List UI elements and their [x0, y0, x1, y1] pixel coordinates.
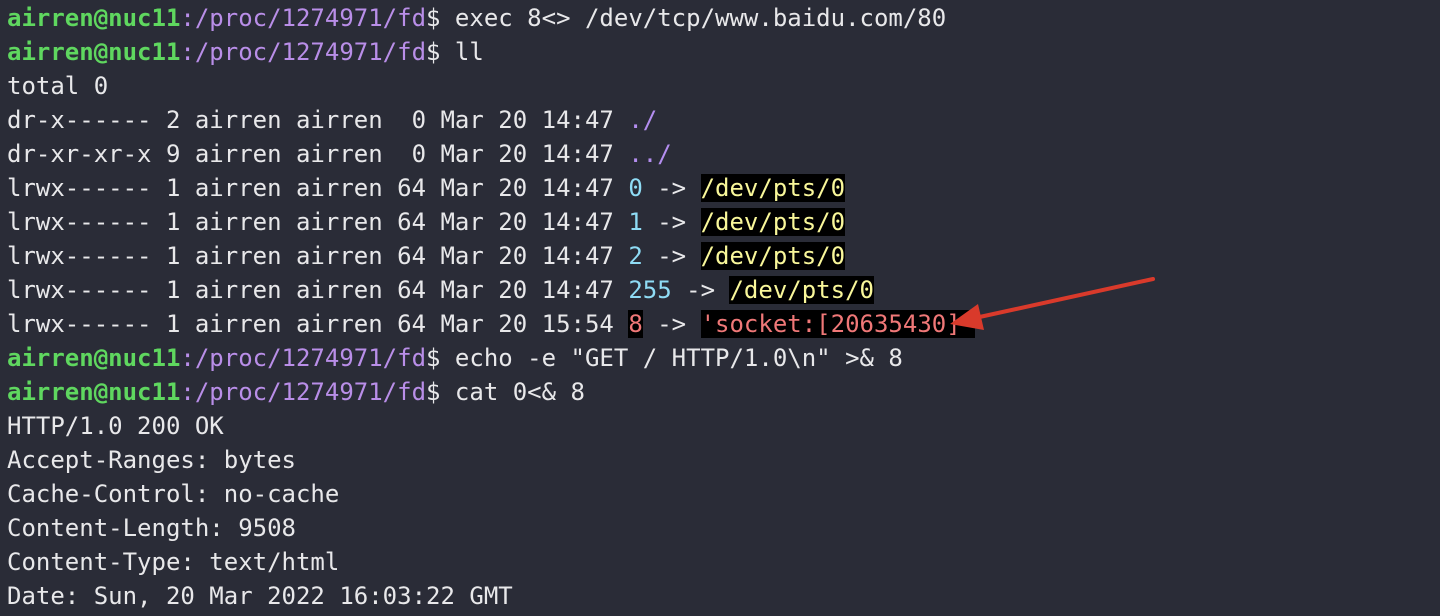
ls-meta: dr-x------ 2 airren airren 0 Mar 20 14:4…: [7, 106, 629, 134]
command-text: echo -e "GET / HTTP/1.0\n" >& 8: [440, 344, 903, 372]
output-line: Cache-Control: no-cache: [7, 477, 339, 511]
output-text: Date: Sun, 20 Mar 2022 16:03:22 GMT: [7, 582, 513, 610]
prompt-user: airren@nuc11: [7, 38, 181, 66]
link-target: /dev/pts/0: [729, 276, 874, 304]
output-line: Content-Type: text/html: [7, 545, 339, 579]
prompt-path: :/proc/1274971/fd: [180, 4, 427, 32]
output-text: HTTP/1.0 200 OK: [7, 412, 224, 440]
prompt-symbol: $: [426, 4, 441, 32]
prompt-user: airren@nuc11: [7, 344, 181, 372]
prompt-path: :/proc/1274971/fd: [180, 38, 427, 66]
prompt-symbol: $: [426, 344, 441, 372]
prompt-symbol: $: [426, 38, 441, 66]
ls-meta: lrwx------ 1 airren airren 64 Mar 20 14:…: [7, 276, 629, 304]
output-text: total 0: [7, 72, 109, 100]
prompt-path: :/proc/1274971/fd: [180, 378, 427, 406]
prompt-line: airren@nuc11:/proc/1274971/fd$ exec 8<> …: [7, 1, 946, 35]
prompt-path: :/proc/1274971/fd: [180, 344, 427, 372]
output-text: Accept-Ranges: bytes: [7, 446, 296, 474]
link-arrow: ->: [642, 242, 701, 270]
link-target: /dev/pts/0: [700, 242, 846, 270]
output-line: total 0: [7, 69, 108, 103]
fd-number: 0: [628, 174, 643, 202]
ls-meta: lrwx------ 1 airren airren 64 Mar 20 14:…: [7, 242, 629, 270]
ls-entry-link: lrwx------ 1 airren airren 64 Mar 20 14:…: [7, 273, 874, 307]
link-arrow: ->: [642, 310, 701, 338]
ls-meta: lrwx------ 1 airren airren 64 Mar 20 14:…: [7, 208, 629, 236]
fd-number: 1: [628, 208, 643, 236]
command-text: exec 8<> /dev/tcp/www.baidu.com/80: [440, 4, 947, 32]
prompt-line: airren@nuc11:/proc/1274971/fd$ echo -e "…: [7, 341, 903, 375]
ls-meta: dr-xr-xr-x 9 airren airren 0 Mar 20 14:4…: [7, 140, 629, 168]
ls-meta: lrwx------ 1 airren airren 64 Mar 20 14:…: [7, 174, 629, 202]
directory-name: ./: [628, 106, 658, 134]
ls-entry-link: lrwx------ 1 airren airren 64 Mar 20 14:…: [7, 239, 846, 273]
fd-number: 255: [628, 276, 672, 304]
ls-entry-link: lrwx------ 1 airren airren 64 Mar 20 14:…: [7, 205, 846, 239]
output-text: Content-Length: 9508: [7, 514, 296, 542]
output-text: Cache-Control: no-cache: [7, 480, 340, 508]
link-arrow: ->: [671, 276, 730, 304]
output-line: Content-Length: 9508: [7, 511, 296, 545]
link-target: 'socket:[20635430]': [700, 310, 976, 338]
prompt-user: airren@nuc11: [7, 378, 181, 406]
command-text: ll: [440, 38, 484, 66]
prompt-user: airren@nuc11: [7, 4, 181, 32]
link-arrow: ->: [642, 208, 701, 236]
prompt-symbol: $: [426, 378, 441, 406]
link-target: /dev/pts/0: [700, 208, 846, 236]
link-arrow: ->: [642, 174, 701, 202]
prompt-line: airren@nuc11:/proc/1274971/fd$ ll: [7, 35, 484, 69]
ls-meta: lrwx------ 1 airren airren 64 Mar 20 15:…: [7, 310, 629, 338]
terminal-window[interactable]: airren@nuc11:/proc/1274971/fd$ exec 8<> …: [0, 0, 1440, 616]
output-text: Content-Type: text/html: [7, 548, 340, 576]
ls-entry: dr-x------ 2 airren airren 0 Mar 20 14:4…: [7, 103, 657, 137]
output-line: Date: Sun, 20 Mar 2022 16:03:22 GMT: [7, 579, 513, 613]
command-text: cat 0<& 8: [440, 378, 585, 406]
ls-entry: dr-xr-xr-x 9 airren airren 0 Mar 20 14:4…: [7, 137, 672, 171]
fd-number: 2: [628, 242, 643, 270]
output-line: Accept-Ranges: bytes: [7, 443, 296, 477]
output-line: HTTP/1.0 200 OK: [7, 409, 224, 443]
ls-entry-link: lrwx------ 1 airren airren 64 Mar 20 14:…: [7, 171, 846, 205]
arrow-shaft: [973, 277, 1155, 320]
prompt-line: airren@nuc11:/proc/1274971/fd$ cat 0<& 8: [7, 375, 585, 409]
fd-number: 8: [628, 310, 643, 338]
ls-entry-socket: lrwx------ 1 airren airren 64 Mar 20 15:…: [7, 307, 976, 341]
directory-name: ../: [628, 140, 672, 168]
link-target: /dev/pts/0: [700, 174, 846, 202]
